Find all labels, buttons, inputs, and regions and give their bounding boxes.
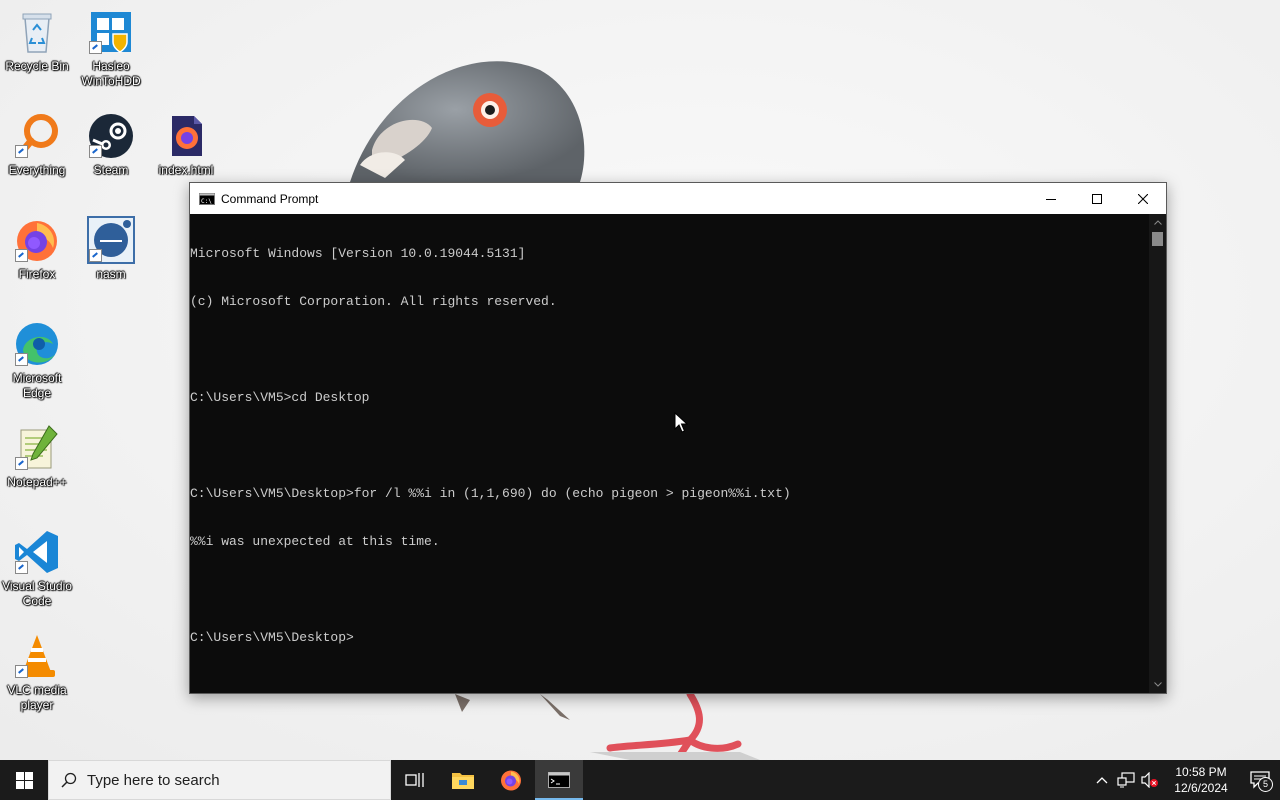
desktop-icon-everything[interactable]: Everything xyxy=(1,112,73,178)
terminal-line: C:\Users\VM5>cd Desktop xyxy=(190,390,370,405)
close-icon xyxy=(1138,193,1148,204)
desktop-icon-vlc[interactable]: VLC media player xyxy=(1,632,73,713)
network-disconnected-icon xyxy=(1117,772,1135,788)
command-prompt-icon: C:\ xyxy=(199,192,215,205)
search-placeholder: Type here to search xyxy=(87,771,220,789)
shortcut-arrow-icon xyxy=(89,249,102,262)
desktop-icon-label: Visual Studio Code xyxy=(2,579,72,608)
volume-tray-button[interactable] xyxy=(1138,760,1162,800)
desktop-icon-wintohdd[interactable]: Hasleo WinToHDD xyxy=(75,8,147,89)
system-tray: 10:58 PM 12/6/2024 5 xyxy=(1090,760,1280,800)
shortcut-arrow-icon xyxy=(15,665,28,678)
window-titlebar[interactable]: C:\ Command Prompt xyxy=(190,183,1166,214)
steam-icon xyxy=(87,112,135,160)
desktop-icon-label: Steam xyxy=(93,163,129,177)
edge-icon xyxy=(13,320,61,368)
clock-time: 10:58 PM xyxy=(1175,765,1227,779)
desktop-icon-label: Recycle Bin xyxy=(5,59,69,73)
desktop-icon-label: nasm xyxy=(96,267,126,281)
notepadpp-icon xyxy=(13,424,61,472)
maximize-button[interactable] xyxy=(1074,183,1120,214)
command-prompt-window[interactable]: C:\ Command Prompt Microsoft Windows [Ve… xyxy=(189,182,1167,694)
scroll-down-button[interactable] xyxy=(1149,676,1166,693)
desktop-icon-label: Everything xyxy=(8,163,66,177)
svg-text:C:\: C:\ xyxy=(201,198,212,205)
desktop-icon-vscode[interactable]: Visual Studio Code xyxy=(1,528,73,609)
terminal-line: C:\Users\VM5\Desktop>for /l %%i in (1,1,… xyxy=(190,486,791,501)
terminal-line: (c) Microsoft Corporation. All rights re… xyxy=(190,294,557,309)
recycle-bin-icon xyxy=(13,8,61,56)
vertical-scrollbar[interactable] xyxy=(1149,214,1166,693)
desktop-icon-label: Microsoft Edge xyxy=(12,371,62,400)
scrollbar-thumb[interactable] xyxy=(1152,232,1163,246)
terminal-line: %%i was unexpected at this time. xyxy=(190,534,440,549)
vlc-icon xyxy=(13,632,61,680)
close-button[interactable] xyxy=(1120,183,1166,214)
desktop-icon-firefox[interactable]: Firefox xyxy=(1,216,73,282)
firefox-icon xyxy=(13,216,61,264)
terminal-output: Microsoft Windows [Version 10.0.19044.51… xyxy=(190,214,1149,678)
taskbar-task-view[interactable] xyxy=(391,760,439,800)
wintohdd-icon xyxy=(87,8,135,56)
shortcut-arrow-icon xyxy=(15,145,28,158)
shortcut-arrow-icon xyxy=(15,561,28,574)
shortcut-arrow-icon xyxy=(15,353,28,366)
search-icon xyxy=(61,772,77,788)
windows-logo-icon xyxy=(15,771,33,789)
terminal-prompt-line[interactable]: C:\Users\VM5\Desktop> xyxy=(190,630,1149,646)
vscode-icon xyxy=(13,528,61,576)
action-center-button[interactable]: 5 xyxy=(1240,760,1280,800)
minimize-icon xyxy=(1046,198,1056,200)
firefox-icon xyxy=(501,770,521,791)
shortcut-arrow-icon xyxy=(15,457,28,470)
desktop-icon-label: Notepad++ xyxy=(7,475,67,489)
desktop-icon-label: index.html xyxy=(158,163,214,177)
window-title: Command Prompt xyxy=(221,191,319,206)
minimize-button[interactable] xyxy=(1028,183,1074,214)
start-button[interactable] xyxy=(0,760,48,800)
network-tray-button[interactable] xyxy=(1114,760,1138,800)
mouse-pointer-icon xyxy=(674,412,688,433)
everything-search-icon xyxy=(13,112,61,160)
desktop-icon-index-html[interactable]: index.html xyxy=(150,112,222,178)
desktop-icon-edge[interactable]: Microsoft Edge xyxy=(1,320,73,401)
desktop-icon-recycle-bin[interactable]: Recycle Bin xyxy=(1,8,73,74)
show-hidden-icons-button[interactable] xyxy=(1090,760,1114,800)
volume-muted-icon xyxy=(1141,772,1158,788)
shortcut-arrow-icon xyxy=(89,41,102,54)
firefox-html-file-icon xyxy=(162,112,210,160)
desktop-icon-label: VLC media player xyxy=(7,683,67,712)
taskbar: Type here to search 10:58 PM 12/6/2024 5 xyxy=(0,760,1280,800)
notification-count-badge: 5 xyxy=(1258,777,1273,792)
nasm-icon xyxy=(87,216,135,264)
maximize-icon xyxy=(1092,193,1102,204)
shortcut-arrow-icon xyxy=(15,249,28,262)
desktop-icon-label: Hasleo WinToHDD xyxy=(81,59,141,88)
chevron-down-icon xyxy=(1153,682,1162,687)
taskbar-clock[interactable]: 10:58 PM 12/6/2024 xyxy=(1168,764,1234,796)
terminal-line: Microsoft Windows [Version 10.0.19044.51… xyxy=(190,246,526,261)
scroll-up-button[interactable] xyxy=(1149,214,1166,231)
task-view-icon xyxy=(405,773,424,787)
taskbar-file-explorer[interactable] xyxy=(439,760,487,800)
desktop-icon-notepadpp[interactable]: Notepad++ xyxy=(1,424,73,490)
chevron-up-icon xyxy=(1096,777,1108,784)
shortcut-arrow-icon xyxy=(89,145,102,158)
file-explorer-icon xyxy=(452,773,474,789)
taskbar-search-box[interactable]: Type here to search xyxy=(48,760,391,800)
taskbar-command-prompt[interactable] xyxy=(535,760,583,800)
desktop-icon-label: Firefox xyxy=(18,267,56,281)
taskbar-firefox[interactable] xyxy=(487,760,535,800)
chevron-up-icon xyxy=(1153,220,1162,225)
command-prompt-icon xyxy=(548,772,570,788)
terminal-output-area[interactable]: Microsoft Windows [Version 10.0.19044.51… xyxy=(190,214,1149,693)
clock-date: 12/6/2024 xyxy=(1174,781,1228,795)
desktop-icon-steam[interactable]: Steam xyxy=(75,112,147,178)
desktop-icon-nasm[interactable]: nasm xyxy=(75,216,147,282)
